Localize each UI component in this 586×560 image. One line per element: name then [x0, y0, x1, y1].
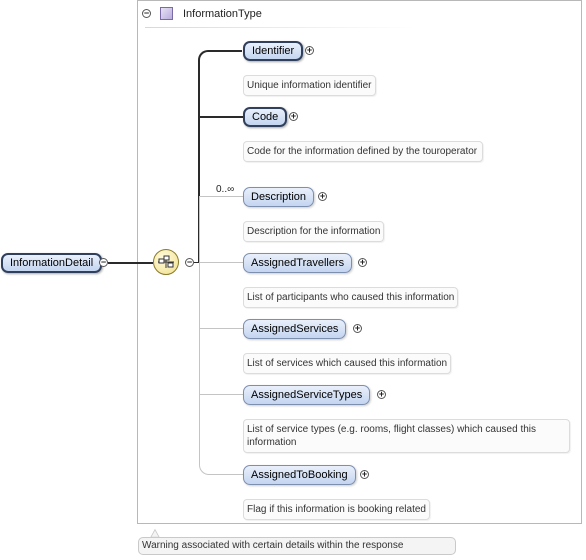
element-identifier-label: Identifier — [252, 45, 295, 57]
element-identifier[interactable]: Identifier — [243, 41, 304, 61]
element-assignedservices-label: AssignedServices — [251, 323, 339, 335]
assignedservices-expand-icon[interactable]: + — [353, 324, 362, 333]
type-label: InformationType — [183, 8, 262, 20]
description-doc: Description for the information — [243, 221, 385, 242]
assignedservicetypes-connector — [199, 394, 243, 395]
root-element-label: InformationDetail — [10, 257, 94, 269]
element-assignedtravellers[interactable]: AssignedTravellers — [243, 253, 353, 273]
element-description-label: Description — [251, 191, 307, 203]
type-collapse-icon[interactable]: − — [142, 9, 151, 18]
element-assignedtobooking[interactable]: AssignedToBooking — [243, 465, 356, 485]
identifier-doc: Unique information identifier — [243, 75, 376, 96]
description-connector — [199, 196, 243, 197]
assignedtobooking-doc: Flag if this information is booking rela… — [243, 499, 430, 520]
element-assignedtravellers-label: AssignedTravellers — [251, 257, 345, 269]
type-header-divider — [145, 27, 415, 28]
description-cardinality: 0..∞ — [216, 184, 235, 195]
element-assignedtobooking-label: AssignedToBooking — [251, 469, 348, 481]
element-description[interactable]: Description — [243, 187, 315, 207]
sequence-compositor-icon[interactable] — [153, 249, 179, 275]
identifier-expand-icon[interactable]: + — [305, 46, 314, 55]
assignedservices-doc: List of services which caused this infor… — [243, 353, 452, 374]
assignedtravellers-doc: List of participants who caused this inf… — [243, 287, 459, 308]
element-code[interactable]: Code — [243, 107, 288, 127]
assignedtravellers-expand-icon[interactable]: + — [358, 258, 367, 267]
assignedtravellers-connector — [199, 262, 243, 263]
element-assignedservices[interactable]: AssignedServices — [243, 319, 347, 339]
assignedtobooking-expand-icon[interactable]: + — [360, 470, 369, 479]
complex-type-icon — [160, 7, 173, 20]
sequence-collapse-icon[interactable]: − — [185, 258, 194, 267]
assignedservicetypes-doc: List of service types (e.g. rooms, fligh… — [243, 419, 570, 453]
element-assignedservicetypes[interactable]: AssignedServiceTypes — [243, 385, 371, 405]
element-code-label: Code — [252, 111, 279, 123]
assignedservicetypes-expand-icon[interactable]: + — [377, 390, 386, 399]
identifier-connector — [198, 50, 242, 64]
assignedtobooking-connector — [199, 455, 243, 475]
code-connector — [199, 116, 243, 118]
description-expand-icon[interactable]: + — [318, 192, 327, 201]
root-element[interactable]: InformationDetail — [1, 253, 103, 273]
root-connector — [108, 262, 153, 264]
warning-annotation: Warning associated with certain details … — [138, 537, 456, 555]
code-expand-icon[interactable]: + — [289, 112, 298, 121]
root-collapse-icon[interactable]: − — [99, 258, 108, 267]
element-assignedservicetypes-label: AssignedServiceTypes — [251, 389, 363, 401]
assignedservices-connector — [199, 328, 243, 329]
code-doc: Code for the information defined by the … — [243, 141, 483, 162]
